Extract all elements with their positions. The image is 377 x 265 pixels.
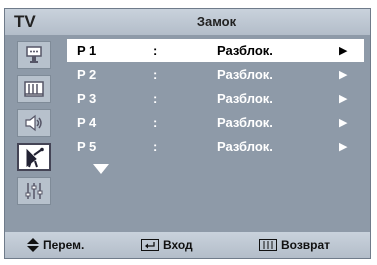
lock-status: Разблок. [217,139,273,154]
right-arrow-icon: ▶ [339,117,348,129]
return-label: Возврат [281,238,331,252]
right-arrow-icon: ▶ [339,141,348,153]
scroll-down-icon[interactable] [93,164,109,174]
menu-icon [259,239,277,251]
channel-icon[interactable] [17,143,51,171]
separator: : [153,139,158,154]
channel-number: P 4 [77,115,97,130]
menu-sidebar [11,37,61,207]
lock-status: Разблок. [217,115,273,130]
lock-status: Разблок. [217,43,273,58]
input-icon[interactable] [17,41,51,69]
channel-lock-list: P 1 : Разблок. ▶ P 2 : Разблок. ▶ P 3 : … [67,39,364,215]
move-hint: Перем. [27,232,84,258]
channel-number: P 5 [77,139,97,154]
picture-icon[interactable] [17,75,51,103]
channel-number: P 3 [77,91,97,106]
enter-hint: Вход [141,232,193,258]
right-arrow-icon: ▶ [339,69,348,81]
channel-row-p3[interactable]: P 3 : Разблок. ▶ [67,87,364,110]
setup-icon[interactable] [17,177,51,205]
menu-header: TV Замок [5,9,370,35]
separator: : [153,91,158,106]
channel-row-p5[interactable]: P 5 : Разблок. ▶ [67,135,364,158]
menu-title: Замок [196,14,237,29]
move-label: Перем. [43,238,85,252]
channel-row-p4[interactable]: P 4 : Разблок. ▶ [67,111,364,134]
return-hint: Возврат [259,232,330,258]
tv-label: TV [14,12,36,31]
separator: : [153,43,158,58]
channel-number: P 1 [77,43,97,58]
right-arrow-icon: ▶ [339,45,348,57]
channel-number: P 2 [77,67,97,82]
lock-status: Разблок. [217,67,273,82]
separator: : [153,67,158,82]
up-down-arrows-icon [27,238,39,252]
lock-status: Разблок. [217,91,273,106]
tv-osd-panel: TV Замок P 1: Разблок. ▶ P 2: Разблок.… [4,8,371,259]
channel-row-p2[interactable]: P 2 : Разблок. ▶ [67,63,364,86]
menu-footer: Перем. Вход Возврат [5,232,370,258]
sound-icon[interactable] [17,109,51,137]
channel-row-p1[interactable]: P 1 : Разблок. ▶ [67,39,364,62]
separator: : [153,115,158,130]
enter-label: Вход [163,238,193,252]
right-arrow-icon: ▶ [339,93,348,105]
enter-icon [141,239,159,251]
